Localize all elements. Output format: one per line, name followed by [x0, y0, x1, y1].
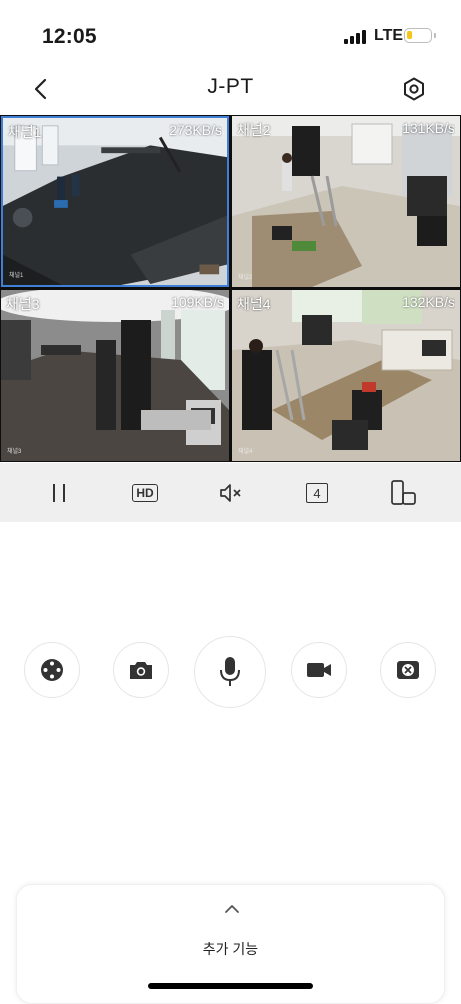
camera-feed-image	[232, 290, 460, 461]
record-button[interactable]	[291, 642, 347, 698]
bitrate-label: 273KB/s	[169, 122, 222, 138]
status-time: 12:05	[42, 25, 97, 48]
home-indicator	[148, 983, 313, 989]
channel-label: 채널2	[237, 122, 271, 138]
split-count-label: 4	[306, 483, 328, 503]
gear-icon[interactable]	[400, 75, 428, 103]
hd-toggle-button[interactable]: HD	[130, 478, 160, 508]
battery-icon	[404, 28, 436, 43]
network-type: LTE	[374, 27, 404, 44]
header-bar: J-PT	[0, 66, 461, 112]
split-view-button[interactable]: 4	[302, 478, 332, 508]
channel-label: 채널4	[237, 296, 271, 312]
channel-label: 채널3	[6, 296, 40, 312]
rotate-screen-icon[interactable]	[388, 478, 418, 508]
channel-2-feed[interactable]: 채널2 131KB/s 채널2	[232, 116, 460, 287]
channel-label: 채널1	[8, 124, 42, 140]
video-grid: 채널1 273KB/s 채널1 채널2 131KB/s 채널2 채널3 109K…	[0, 115, 461, 462]
more-features-label: 추가 기능	[202, 941, 259, 957]
camera-feed-image	[1, 290, 229, 461]
speaker-muted-icon[interactable]	[216, 478, 246, 508]
microphone-icon	[220, 657, 240, 686]
chevron-up-icon[interactable]	[222, 899, 242, 919]
camera-feed-image	[232, 116, 460, 287]
status-bar: 12:05 LTE	[0, 0, 461, 70]
channel-stamp: 채널4	[238, 449, 253, 455]
channel-stamp: 채널3	[7, 449, 22, 455]
channel-4-feed[interactable]: 채널4 132KB/s 채널4	[232, 290, 460, 461]
channel-stamp: 채널2	[238, 275, 253, 281]
action-buttons	[0, 636, 461, 708]
channel-stamp: 채널1	[9, 273, 24, 279]
bitrate-label: 109KB/s	[171, 294, 224, 310]
close-camera-button[interactable]	[380, 642, 436, 698]
joystick-icon	[41, 659, 63, 681]
talk-button[interactable]	[194, 636, 266, 708]
signal-icon	[344, 30, 370, 44]
hd-label: HD	[132, 484, 158, 502]
bitrate-label: 132KB/s	[402, 294, 455, 310]
pause-icon[interactable]	[44, 478, 74, 508]
channel-1-feed[interactable]: 채널1 273KB/s 채널1	[1, 116, 229, 287]
page-title: J-PT	[207, 75, 254, 98]
channel-3-feed[interactable]: 채널3 109KB/s 채널3	[1, 290, 229, 461]
video-camera-icon	[307, 663, 331, 677]
camera-icon	[130, 662, 152, 679]
target-x-icon	[397, 661, 419, 679]
camera-feed-image	[3, 118, 227, 285]
snapshot-button[interactable]	[113, 642, 169, 698]
playback-control-bar: HD 4	[0, 463, 461, 522]
ptz-control-button[interactable]	[24, 642, 80, 698]
bitrate-label: 131KB/s	[402, 120, 455, 136]
